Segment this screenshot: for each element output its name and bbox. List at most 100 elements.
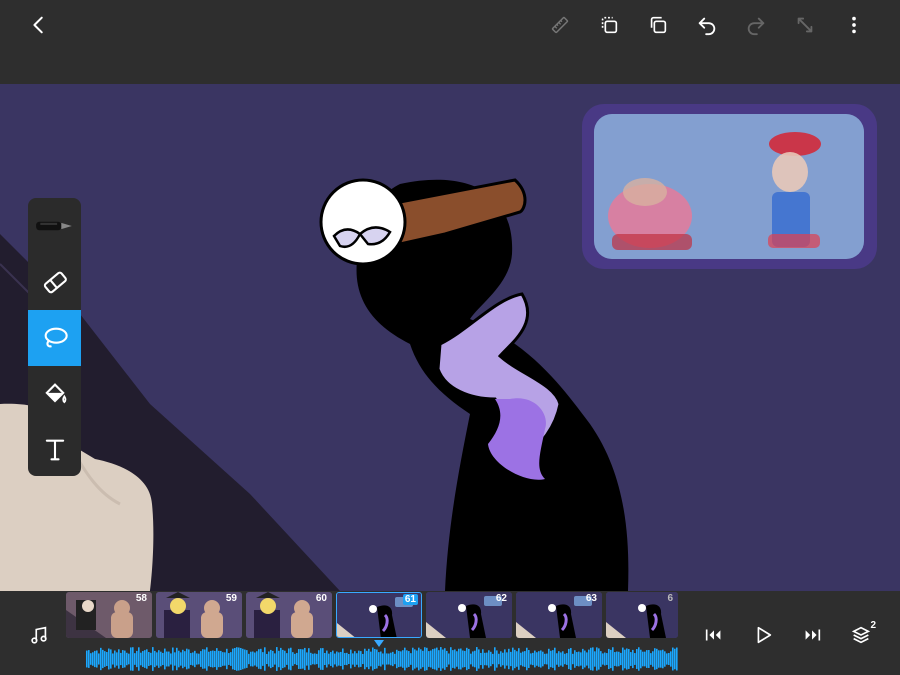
waveform-bar bbox=[250, 651, 252, 667]
waveform-bar bbox=[464, 650, 466, 668]
waveform-bar bbox=[550, 650, 552, 668]
waveform-bar bbox=[456, 651, 458, 667]
waveform-bar bbox=[334, 653, 336, 665]
waveform-bar bbox=[624, 649, 626, 669]
waveform-bar bbox=[584, 650, 586, 668]
waveform-bar bbox=[220, 650, 222, 668]
waveform-bar bbox=[298, 649, 300, 669]
frame-thumbnail[interactable]: 62 bbox=[426, 592, 512, 638]
frame-thumbnail-current[interactable]: 61 bbox=[336, 592, 422, 638]
frame-number: 59 bbox=[225, 593, 237, 604]
more-options-button[interactable] bbox=[839, 10, 869, 40]
waveform-bar bbox=[278, 650, 280, 668]
waveform-bar bbox=[374, 648, 376, 670]
ruler-button[interactable] bbox=[545, 10, 575, 40]
waveform-bar bbox=[212, 650, 214, 668]
waveform-bar bbox=[134, 653, 136, 665]
frame-number: 6 bbox=[667, 593, 673, 604]
waveform-bar bbox=[112, 653, 114, 665]
text-tool[interactable] bbox=[28, 422, 81, 476]
waveform-bar bbox=[286, 653, 288, 665]
waveform-bar bbox=[562, 651, 564, 667]
frame-thumbnail[interactable]: 6 bbox=[606, 592, 678, 638]
waveform-bar bbox=[366, 650, 368, 668]
waveform-bar bbox=[588, 649, 590, 669]
waveform-bar bbox=[484, 652, 486, 666]
waveform-bar bbox=[96, 650, 98, 668]
eraser-tool[interactable] bbox=[28, 254, 81, 310]
waveform-bar bbox=[598, 648, 600, 670]
waveform-bar bbox=[382, 653, 384, 665]
waveform-bar bbox=[198, 653, 200, 665]
waveform-bar bbox=[452, 650, 454, 668]
waveform-bar bbox=[186, 648, 188, 670]
undo-button[interactable] bbox=[692, 10, 722, 40]
waveform-bar bbox=[148, 652, 150, 666]
fill-tool[interactable] bbox=[28, 366, 81, 422]
waveform-bar bbox=[636, 649, 638, 669]
waveform-bar bbox=[304, 647, 306, 671]
waveform-bar bbox=[326, 650, 328, 668]
waveform-bar bbox=[408, 651, 410, 667]
back-button[interactable] bbox=[24, 10, 54, 40]
waveform-bar bbox=[180, 652, 182, 666]
waveform-bar bbox=[542, 651, 544, 667]
play-button[interactable] bbox=[748, 620, 778, 650]
frame-thumbnail[interactable]: 63 bbox=[516, 592, 602, 638]
waveform-bar bbox=[388, 653, 390, 665]
waveform-bar bbox=[128, 653, 130, 665]
waveform-bar bbox=[356, 653, 358, 665]
eraser-icon bbox=[43, 271, 67, 294]
redo-button[interactable] bbox=[741, 10, 771, 40]
waveform-bar bbox=[526, 647, 528, 671]
waveform-bar bbox=[184, 651, 186, 667]
skip-back-icon bbox=[705, 629, 721, 641]
audio-button[interactable] bbox=[24, 620, 54, 650]
waveform-bar bbox=[242, 648, 244, 670]
waveform-bar bbox=[666, 653, 668, 665]
waveform-bar bbox=[196, 653, 198, 665]
waveform-bar bbox=[592, 647, 594, 671]
waveform-bar bbox=[546, 653, 548, 665]
drawing-canvas[interactable] bbox=[0, 84, 900, 591]
duplicate-frame-button[interactable] bbox=[594, 10, 624, 40]
frame-thumbnail[interactable]: 59 bbox=[156, 592, 242, 638]
ruler-icon bbox=[551, 16, 569, 34]
frame-thumbnail[interactable]: 58 bbox=[66, 592, 152, 638]
waveform-bar bbox=[630, 652, 632, 666]
layers-button[interactable]: 2 bbox=[846, 620, 876, 650]
frame-number: 63 bbox=[585, 593, 597, 604]
waveform-bar bbox=[508, 648, 510, 670]
waveform-bar bbox=[506, 652, 508, 666]
frame-thumbnail[interactable]: 60 bbox=[246, 592, 332, 638]
copy-layer-button[interactable] bbox=[643, 10, 673, 40]
waveform-bar bbox=[482, 649, 484, 669]
lasso-tool[interactable] bbox=[28, 310, 81, 366]
waveform-bar bbox=[88, 650, 90, 668]
waveform-bar bbox=[444, 648, 446, 670]
waveform-bar bbox=[322, 648, 324, 670]
pen-tool[interactable] bbox=[28, 198, 81, 254]
waveform-bar bbox=[580, 652, 582, 666]
canvas-artwork bbox=[0, 104, 877, 591]
waveform-bar bbox=[332, 650, 334, 668]
waveform-bar bbox=[532, 652, 534, 666]
previous-frame-button[interactable] bbox=[699, 620, 729, 650]
waveform-bar bbox=[162, 652, 164, 666]
waveform-bar bbox=[154, 650, 156, 668]
audio-waveform[interactable] bbox=[86, 647, 678, 671]
transform-icon bbox=[797, 17, 813, 33]
waveform-bar bbox=[426, 647, 428, 671]
waveform-bar bbox=[94, 650, 96, 668]
waveform-bar bbox=[282, 649, 284, 669]
waveform-bar bbox=[658, 650, 660, 668]
waveform-bar bbox=[420, 649, 422, 669]
waveform-bar bbox=[312, 653, 314, 665]
skip-forward-icon bbox=[805, 629, 821, 641]
waveform-bar bbox=[606, 653, 608, 665]
transform-button[interactable] bbox=[790, 10, 820, 40]
next-frame-button[interactable] bbox=[797, 620, 827, 650]
waveform-bar bbox=[170, 653, 172, 665]
waveform-bar bbox=[244, 649, 246, 669]
text-icon bbox=[45, 439, 64, 461]
